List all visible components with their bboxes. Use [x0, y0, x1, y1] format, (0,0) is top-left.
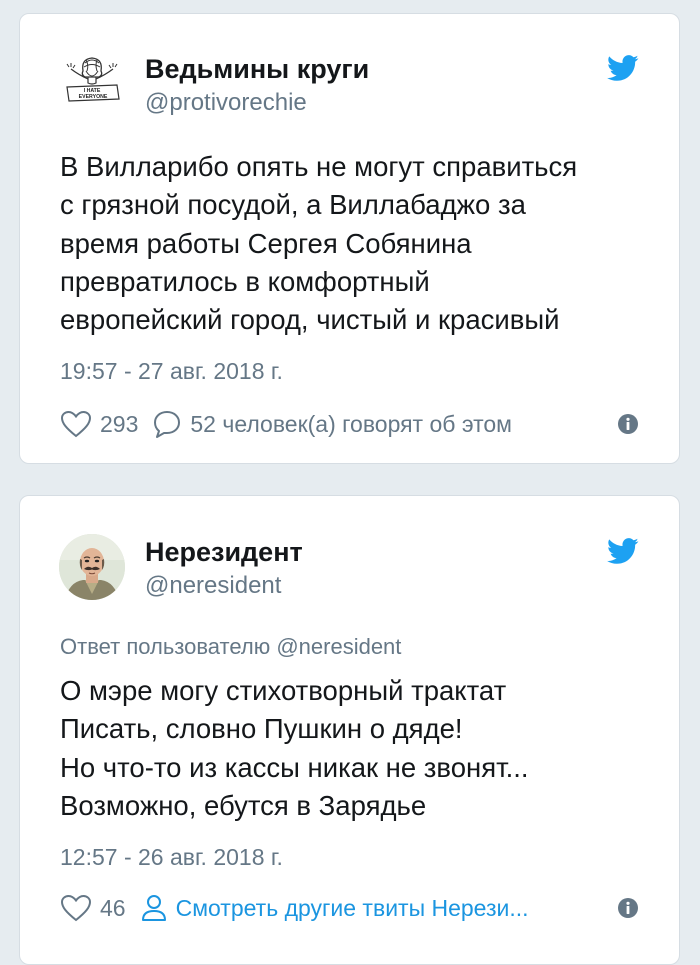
- avatar-sign-line2: EVERYONE: [79, 94, 108, 100]
- reply-button[interactable]: 52 человек(а) говорят об этом: [152, 409, 512, 439]
- heart-icon: [60, 894, 92, 922]
- info-icon[interactable]: [617, 897, 639, 919]
- reply-to-label[interactable]: Ответ пользователю @neresident: [60, 634, 401, 660]
- like-button[interactable]: 46: [60, 894, 126, 922]
- tweet-card[interactable]: Нерезидент @neresident Ответ пользовател…: [19, 495, 680, 965]
- tweet-text-line: европейский город, чистый и красивый: [60, 304, 560, 336]
- tweet-card[interactable]: I HATE EVERYONE Ведьмины круги @protivor…: [19, 13, 680, 464]
- twitter-bird-icon[interactable]: [607, 538, 639, 565]
- tweet-text-line: Но что-то из кассы никак не звонят...: [60, 751, 529, 783]
- like-count: 293: [100, 410, 139, 437]
- replies-label: 52 человек(а) говорят об этом: [190, 410, 512, 437]
- tweet-text-line: с грязной посудой, а Виллабаджо за: [60, 189, 526, 221]
- tweet-text-line: превратилось в комфортный: [60, 265, 430, 297]
- tweet-actions: 46 Смотреть другие твиты Нерези...: [60, 891, 639, 925]
- tweet-text-line: В Вилларибо опять не могут справиться: [60, 151, 578, 182]
- tweet-text-line: Возможно, ебутся в Зарядье: [60, 789, 427, 821]
- avatar[interactable]: [59, 534, 125, 600]
- tweet-text-line: время работы Сергея Собянина: [60, 227, 472, 259]
- author-handle[interactable]: @protivorechie: [145, 89, 307, 117]
- author-name[interactable]: Ведьмины круги: [145, 54, 369, 85]
- author-handle[interactable]: @neresident: [145, 572, 281, 600]
- tweet-text: О мэре могу стихотворный трактат Писать,…: [60, 672, 660, 825]
- tweet-text-line: О мэре могу стихотворный трактат: [60, 675, 507, 706]
- tweet-text: В Вилларибо опять не могут справиться с …: [60, 148, 660, 339]
- like-button[interactable]: 293: [60, 410, 138, 438]
- info-icon[interactable]: [617, 413, 639, 435]
- speech-bubble-icon: [154, 411, 181, 438]
- more-tweets-label: Смотреть другие твиты Нерези...: [175, 894, 529, 921]
- tweet-actions: 293 52 человек(а) говорят об этом: [60, 407, 639, 441]
- tweet-timestamp[interactable]: 19:57 - 27 авг. 2018 г.: [60, 358, 283, 385]
- twitter-bird-icon[interactable]: [607, 55, 639, 82]
- like-count: 46: [100, 894, 126, 921]
- tweet-timestamp[interactable]: 12:57 - 26 авг. 2018 г.: [60, 844, 283, 871]
- heart-icon: [60, 410, 92, 438]
- person-icon: [141, 895, 166, 921]
- more-tweets-link[interactable]: Смотреть другие твиты Нерези...: [140, 893, 529, 923]
- avatar[interactable]: I HATE EVERYONE: [59, 51, 125, 117]
- tweet-text-line: Писать, словно Пушкин о дяде!: [60, 713, 463, 745]
- author-name[interactable]: Нерезидент: [145, 537, 303, 568]
